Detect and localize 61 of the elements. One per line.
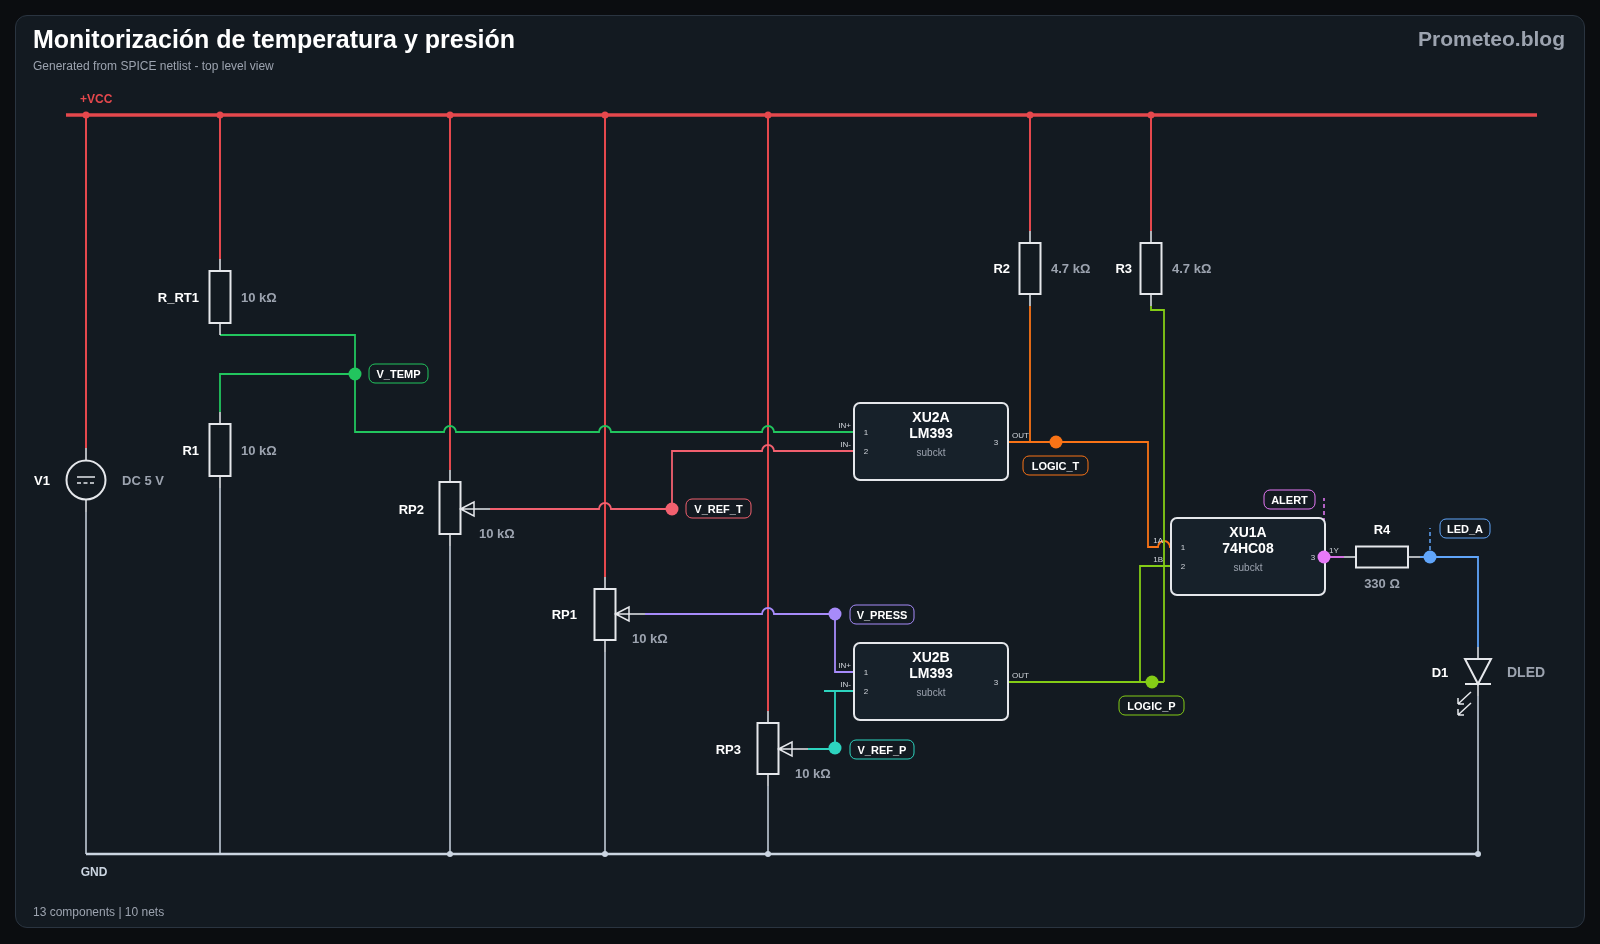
pin-number: 3: [993, 677, 999, 687]
pin-name: IN-: [840, 439, 851, 449]
component-label: V1: [34, 472, 50, 488]
net-label: LED_A: [1439, 518, 1491, 539]
component-value: 330 Ω: [1364, 575, 1400, 591]
pin-number: 2: [863, 686, 869, 696]
pin-name: IN+: [838, 420, 851, 430]
component-label: RP3: [715, 741, 741, 757]
net-label: V_TEMP: [368, 363, 429, 384]
pin-name: IN+: [838, 660, 851, 670]
pin-number: 2: [1180, 561, 1186, 571]
component-value: 10 kΩ: [241, 289, 277, 305]
component-value: 4.7 kΩ: [1051, 260, 1091, 276]
rail-label: +VCC: [80, 92, 113, 106]
net-label: V_REF_T: [685, 498, 752, 519]
component-value: 10 kΩ: [795, 765, 831, 781]
component-label: R_RT1: [157, 289, 199, 305]
component-label: XU2A: [912, 409, 950, 425]
block-type: subckt: [916, 686, 946, 698]
part-number: LM393: [909, 425, 953, 441]
net-label: V_PRESS: [849, 604, 915, 625]
component-value: 4.7 kΩ: [1172, 260, 1212, 276]
component-label: R3: [1115, 260, 1132, 276]
page-subtitle: Generated from SPICE netlist - top level view: [33, 58, 275, 74]
component-label: XU2B: [912, 649, 950, 665]
block-type: subckt: [1233, 561, 1263, 573]
component-value: 10 kΩ: [632, 630, 668, 646]
pin-number: 3: [993, 437, 999, 447]
pin-number: 2: [863, 446, 869, 456]
component-label: XU1A: [1229, 524, 1267, 540]
component-label: R4: [1373, 521, 1391, 537]
component-value: DLED: [1507, 664, 1546, 680]
pin-name: OUT: [1012, 670, 1029, 680]
component-label: R1: [182, 442, 199, 458]
part-number: LM393: [909, 665, 953, 681]
pin-name: 1A: [1153, 535, 1163, 545]
pin-name: 1Y: [1329, 545, 1339, 555]
pin-name: OUT: [1012, 430, 1029, 440]
pin-number: 3: [1310, 552, 1316, 562]
footer-summary: 13 components | 10 nets: [33, 903, 165, 921]
component-label: D1: [1431, 664, 1449, 680]
page-title: Monitorización de temperatura y presión: [33, 24, 516, 54]
component-label: RP2: [398, 501, 424, 517]
pin-name: 1B: [1153, 554, 1163, 564]
component-value: 10 kΩ: [479, 525, 515, 541]
component-value: DC 5 V: [122, 472, 164, 488]
component-value: 10 kΩ: [241, 442, 277, 458]
component-label: R2: [993, 260, 1010, 276]
rail-label: GND: [80, 865, 108, 879]
net-label: V_REF_P: [849, 739, 915, 760]
net-label: ALERT: [1263, 489, 1316, 510]
net-label: LOGIC_P: [1118, 695, 1185, 716]
part-number: 74HC08: [1222, 540, 1274, 556]
block-type: subckt: [916, 446, 946, 458]
pin-number: 1: [863, 667, 869, 677]
pin-number: 1: [1180, 542, 1186, 552]
pin-number: 1: [863, 427, 869, 437]
net-label: LOGIC_T: [1022, 455, 1089, 476]
pin-name: IN-: [840, 679, 851, 689]
brand-name: Prometeo.blog: [1418, 26, 1566, 52]
component-label: RP1: [551, 606, 577, 622]
